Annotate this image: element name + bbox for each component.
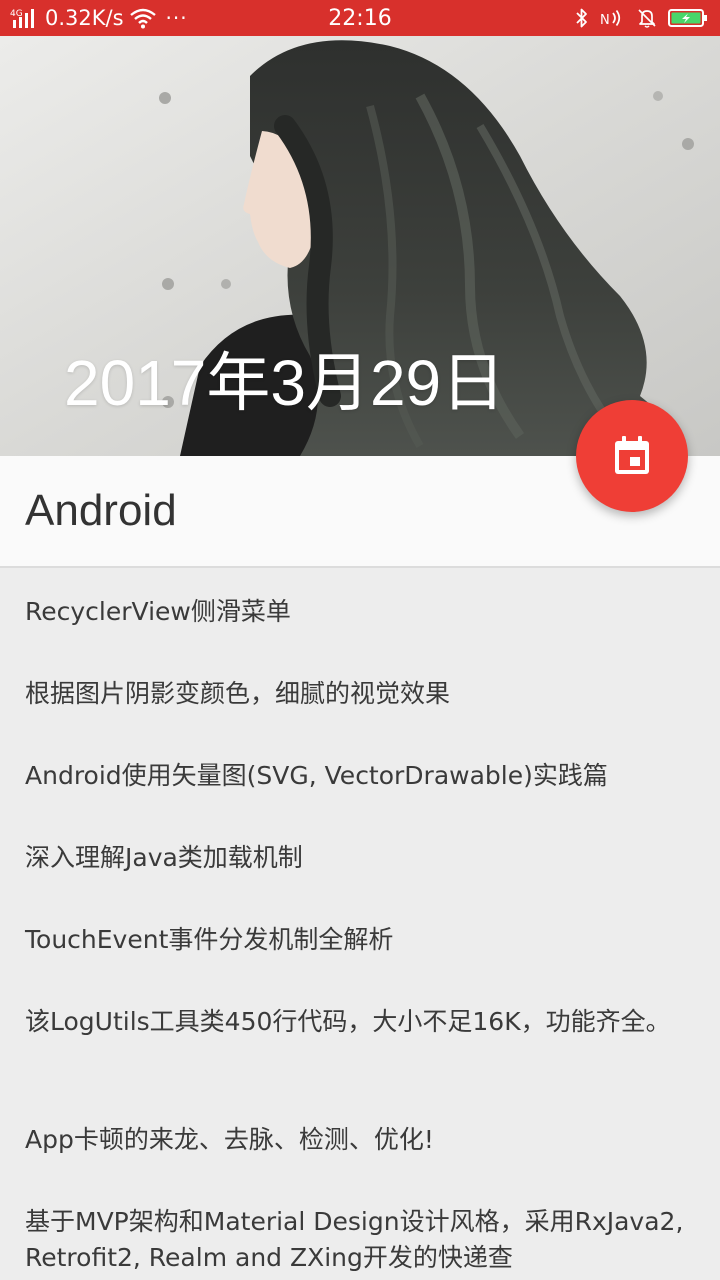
- list-item[interactable]: RecyclerView侧滑菜单: [25, 594, 685, 630]
- list-item[interactable]: 深入理解Java类加载机制: [25, 840, 685, 876]
- list-item[interactable]: App卡顿的来龙、去脉、检测、优化!: [25, 1122, 685, 1158]
- clock: 22:16: [328, 5, 392, 31]
- header-image: 2017年3月29日: [0, 36, 720, 456]
- bell-muted-icon: [636, 7, 658, 29]
- svg-text:N: N: [600, 13, 610, 28]
- list-item[interactable]: TouchEvent事件分发机制全解析: [25, 922, 685, 958]
- header-date: 2017年3月29日: [64, 347, 506, 419]
- status-bar-right: N: [574, 0, 708, 36]
- calendar-icon: [612, 435, 652, 477]
- list-item[interactable]: Android使用矢量图(SVG, VectorDrawable)实践篇: [25, 758, 685, 794]
- calendar-button[interactable]: [576, 400, 688, 512]
- status-bar: 4G 0.32K/s ··· 22:16 N: [0, 0, 720, 36]
- bluetooth-icon: [574, 7, 590, 29]
- nfc-icon: N: [600, 7, 626, 29]
- battery-charging-icon: [668, 7, 708, 29]
- page-title: Android: [25, 486, 177, 535]
- list-item[interactable]: 基于MVP架构和Material Design设计风格，采用RxJava2, R…: [25, 1204, 685, 1276]
- list-item[interactable]: 根据图片阴影变颜色，细腻的视觉效果: [25, 676, 685, 712]
- article-list[interactable]: RecyclerView侧滑菜单 根据图片阴影变颜色，细腻的视觉效果 Andro…: [0, 570, 720, 1280]
- list-item[interactable]: 该LogUtils工具类450行代码，大小不足16K，功能齐全。: [25, 1004, 685, 1040]
